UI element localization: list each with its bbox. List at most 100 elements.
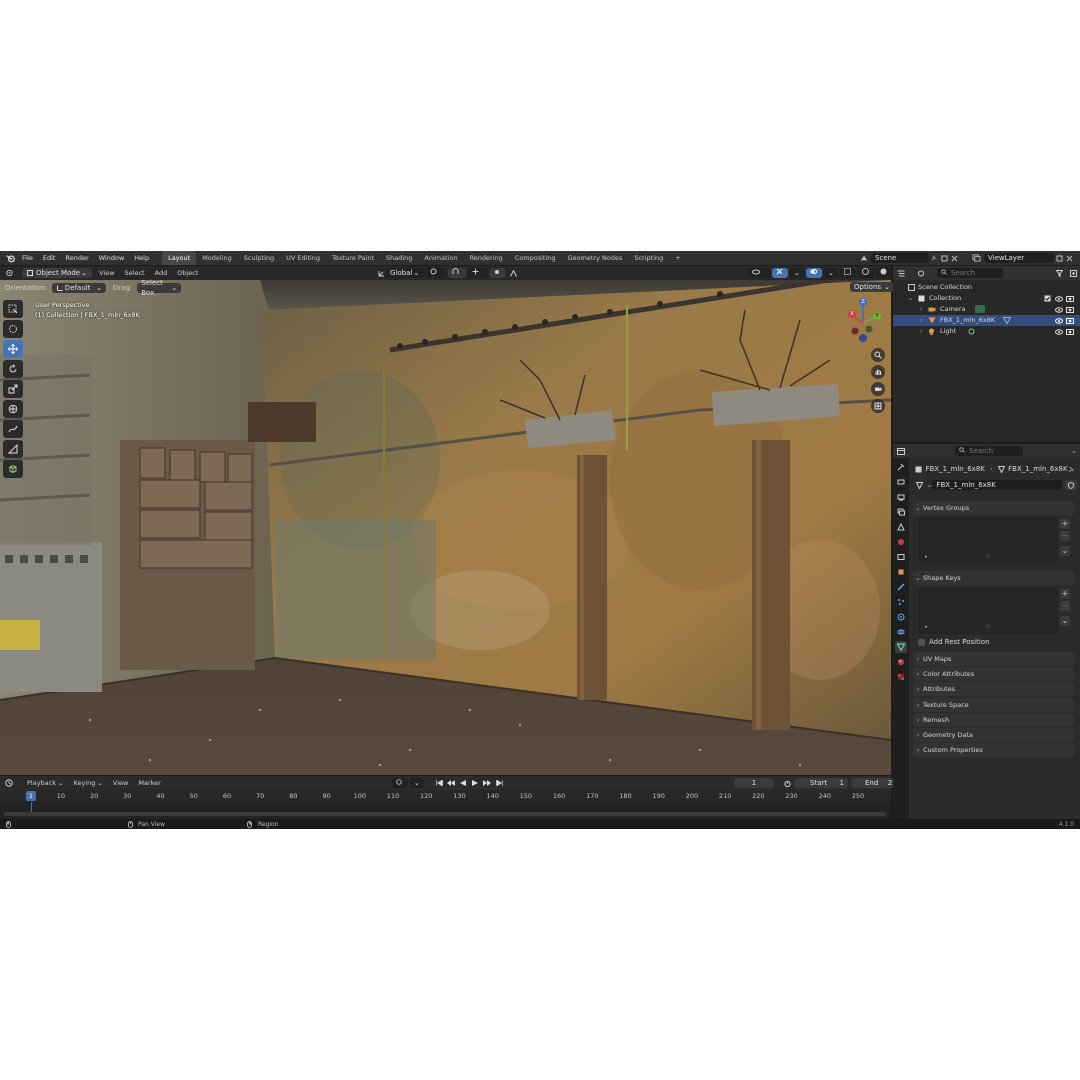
menu-window[interactable]: Window [94,251,130,265]
tab-physics[interactable] [895,611,907,623]
tab-tool[interactable] [895,461,907,473]
menu-help[interactable]: Help [129,251,154,265]
timeline-menu-keying[interactable]: Keying ⌄ [69,779,108,787]
viewport-menu-add[interactable]: Add [150,269,173,277]
cursor-tool[interactable] [3,320,23,338]
menu-edit[interactable]: Edit [38,251,61,265]
editor-type-3d-icon[interactable] [0,269,18,277]
menu-file[interactable]: File [17,251,38,265]
current-frame-field[interactable]: 1 [734,778,774,788]
falloff-icon[interactable] [508,269,518,277]
drag-dropdown[interactable]: Select Box ⌄ [137,279,182,297]
gizmo-axis-x[interactable]: X [848,310,856,318]
properties-search-field[interactable]: Search [955,446,1023,456]
mesh-name-field[interactable]: FBX_1_mln_6x8K [932,480,1063,490]
add-cube-tool[interactable] [3,460,23,478]
scale-tool[interactable] [3,380,23,398]
delete-view-layer-icon[interactable] [1064,255,1074,262]
select-box-tool[interactable] [3,300,23,318]
remove-vertex-group-button[interactable]: − [1060,531,1070,541]
outliner-search-field[interactable]: Search [937,268,1003,278]
rotate-tool[interactable] [3,360,23,378]
snap-target-icon[interactable] [468,268,489,278]
record-icon[interactable] [392,778,408,788]
start-frame-field[interactable]: Start 1 [794,778,848,788]
tab-texture-paint[interactable]: Texture Paint [326,251,380,265]
tab-constraints[interactable] [895,626,907,638]
play-reverse-icon[interactable] [457,780,469,786]
camera-data-icon[interactable] [975,305,985,313]
tab-output[interactable] [895,491,907,503]
timeline-scrollbar[interactable] [4,812,886,816]
list-resize-grip-icon[interactable]: ⁞⁞⁞ [986,624,991,630]
jump-start-icon[interactable] [433,780,445,786]
tab-layout[interactable]: Layout [162,251,197,265]
outliner-row-camera[interactable]: › Camera [893,304,1080,315]
filter-icon[interactable] [1052,269,1066,277]
tab-scripting[interactable]: Scripting [628,251,669,265]
annotate-tool[interactable] [3,420,23,438]
tab-object[interactable] [895,566,907,578]
tab-animation[interactable]: Animation [418,251,463,265]
vertex-groups-list[interactable]: ▸ ⁞⁞⁞ [919,518,1057,564]
blender-logo-icon[interactable] [3,251,17,265]
record-dropdown-icon[interactable]: ⌄ [410,778,423,788]
transform-orientation-dropdown[interactable]: Global ⌄ [386,268,425,278]
view-layer-name-field[interactable]: ViewLayer [984,253,1054,263]
object-mode-dropdown[interactable]: Object Mode ⌄ [22,268,93,278]
fake-user-shield-icon[interactable] [1065,480,1077,490]
remove-shape-key-button[interactable]: − [1060,601,1070,611]
mesh-data-browse-icon[interactable] [913,481,927,489]
navigation-gizmo[interactable]: Z Y X [843,295,887,355]
pin-icon[interactable] [929,255,939,261]
tab-compositing[interactable]: Compositing [509,251,562,265]
wireframe-shading-icon[interactable] [858,268,874,278]
add-vertex-group-button[interactable]: + [1060,519,1070,529]
timeline-menu-playback[interactable]: Playback ⌄ [22,779,69,787]
shape-key-specials-icon[interactable]: ⌄ [1060,616,1070,626]
tab-rendering[interactable]: Rendering [464,251,509,265]
chevron-down-icon[interactable]: ⌄ [1068,447,1080,455]
add-rest-position-checkbox[interactable] [918,638,925,646]
collapse-arrow-icon[interactable]: ⌄ [908,293,913,304]
pan-hand-icon[interactable] [871,365,885,379]
add-workspace-button[interactable]: + [669,251,686,265]
light-data-icon[interactable] [968,328,975,339]
camera-view-icon[interactable] [871,382,885,396]
gizmo-dropdown-icon[interactable]: ⌄ [790,268,804,278]
editor-type-timeline-icon[interactable] [0,779,18,787]
delete-scene-icon[interactable] [949,255,959,262]
viewport-menu-view[interactable]: View [94,269,119,277]
frame-tick[interactable]: 1 [25,791,37,801]
overlays-dropdown-icon[interactable]: ⌄ [824,268,838,278]
tab-shading[interactable]: Shading [380,251,418,265]
expand-arrow-icon[interactable]: › [920,326,923,337]
viewport-menu-object[interactable]: Object [172,269,203,277]
tab-world[interactable] [895,536,907,548]
visibility-icon[interactable] [748,268,770,278]
new-view-layer-icon[interactable] [1054,255,1064,262]
tab-sculpting[interactable]: Sculpting [238,251,280,265]
add-rest-position-row[interactable]: Add Rest Position [918,637,990,647]
tab-uv-editing[interactable]: UV Editing [280,251,326,265]
proportional-edit-icon[interactable] [490,268,507,278]
prev-keyframe-icon[interactable] [445,780,457,786]
panel-texture-space[interactable]: › Texture Space [913,697,1074,712]
scene-name-field[interactable]: Scene [871,253,929,263]
ortho-grid-icon[interactable] [871,399,885,413]
move-tool[interactable] [3,340,23,358]
tab-collection[interactable] [895,551,907,563]
frame-ruler[interactable]: 1 10 20 30 40 50 60 70 80 90 100 110 120 130 140 150 160… [0,790,891,802]
transform-tool[interactable] [3,400,23,418]
outliner-row-scene-collection[interactable]: Scene Collection [893,282,1080,293]
stopwatch-icon[interactable] [780,780,794,787]
pin-icon[interactable] [1068,466,1075,473]
panel-remesh[interactable]: › Remesh [913,712,1074,727]
panel-geometry-data[interactable]: › Geometry Data [913,728,1074,742]
display-mode-icon[interactable] [913,270,929,277]
new-scene-icon[interactable] [939,255,949,262]
tab-particles[interactable] [895,596,907,608]
panel-color-attributes[interactable]: › Color Attributes [913,667,1074,682]
measure-tool[interactable] [3,440,23,458]
list-resize-grip-icon[interactable]: ⁞⁞⁞ [986,554,991,560]
